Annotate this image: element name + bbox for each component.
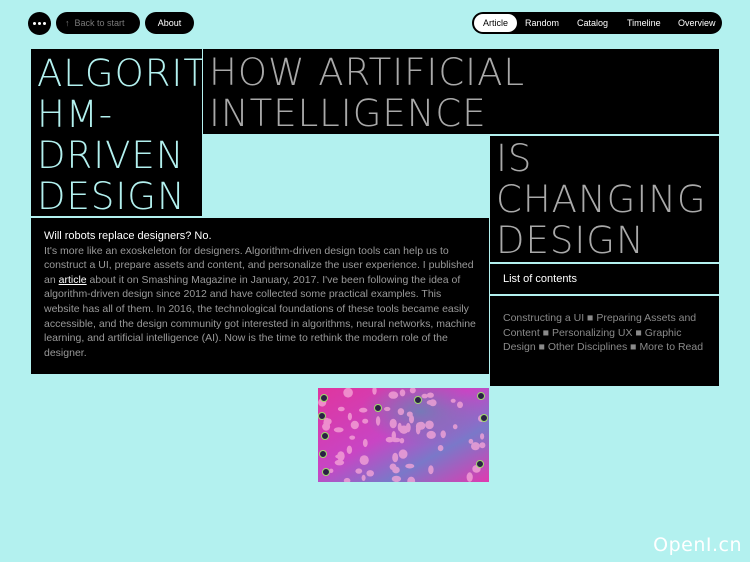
title-line: DRIVEN [37, 134, 185, 177]
toc-separator-icon: ■ [635, 326, 642, 339]
intro-panel: Will robots replace designers? No. It's … [31, 218, 489, 374]
generative-art-image [318, 388, 489, 482]
subtitle-line: IS [496, 137, 533, 180]
art-svg [318, 388, 489, 482]
title-block-left: ALGORIT HM- DRIVEN DESIGN [31, 49, 207, 218]
toc-separator-icon: ■ [542, 326, 550, 339]
toc-heading: List of contents [490, 264, 719, 294]
toc-separator-icon: ■ [587, 312, 594, 324]
toc-item-constructing-ui[interactable]: Constructing a UI [503, 312, 584, 324]
subtitle-line: CHANGING [496, 178, 707, 221]
toc-separator-icon: ■ [538, 341, 545, 353]
intro-lead: Will robots replace designers? No. [44, 230, 212, 242]
tab-timeline[interactable]: Timeline [627, 12, 661, 34]
intro-body: It's more like an exoskeleton for design… [44, 244, 476, 361]
back-to-start-button[interactable]: ↑ Back to start [56, 12, 140, 34]
about-button[interactable]: About [145, 12, 194, 34]
back-to-start-label: Back to start [74, 18, 125, 28]
watermark: OpenI.cn [653, 534, 742, 556]
title-block-right-top: HOW ARTIFICIAL INTELLIGENCE [203, 49, 719, 134]
title-line: ALGORIT [37, 52, 207, 95]
toc-item-personalizing-ux[interactable]: Personalizing UX [552, 327, 633, 339]
toc-list: Constructing a UI ■ Preparing Assets and… [490, 296, 719, 386]
toc-item-other-disciplines[interactable]: Other Disciplines [548, 341, 627, 353]
subtitle-line: HOW ARTIFICIAL [209, 51, 525, 94]
tab-random[interactable]: Random [525, 12, 559, 34]
title-line: HM- [37, 93, 114, 136]
title-block-right-bottom: IS CHANGING DESIGN [490, 136, 719, 262]
intro-body-end: about it on Smashing Magazine in January… [44, 273, 476, 359]
toc-item-more-to-read[interactable]: More to Read [639, 341, 703, 353]
main-nav: Article Random Catalog Timeline Overview [472, 12, 722, 34]
dots-icon [33, 22, 46, 25]
article-link[interactable]: article [59, 274, 87, 286]
subtitle-line: INTELLIGENCE [209, 92, 487, 135]
arrow-up-icon: ↑ [65, 18, 70, 28]
tab-article[interactable]: Article [474, 14, 518, 32]
title-line: DESIGN [37, 175, 186, 218]
subtitle-line: DESIGN [496, 219, 645, 262]
toc-separator-icon: ■ [630, 341, 637, 353]
tab-overview[interactable]: Overview [678, 12, 716, 34]
menu-button[interactable] [28, 12, 51, 35]
tab-catalog[interactable]: Catalog [577, 12, 608, 34]
